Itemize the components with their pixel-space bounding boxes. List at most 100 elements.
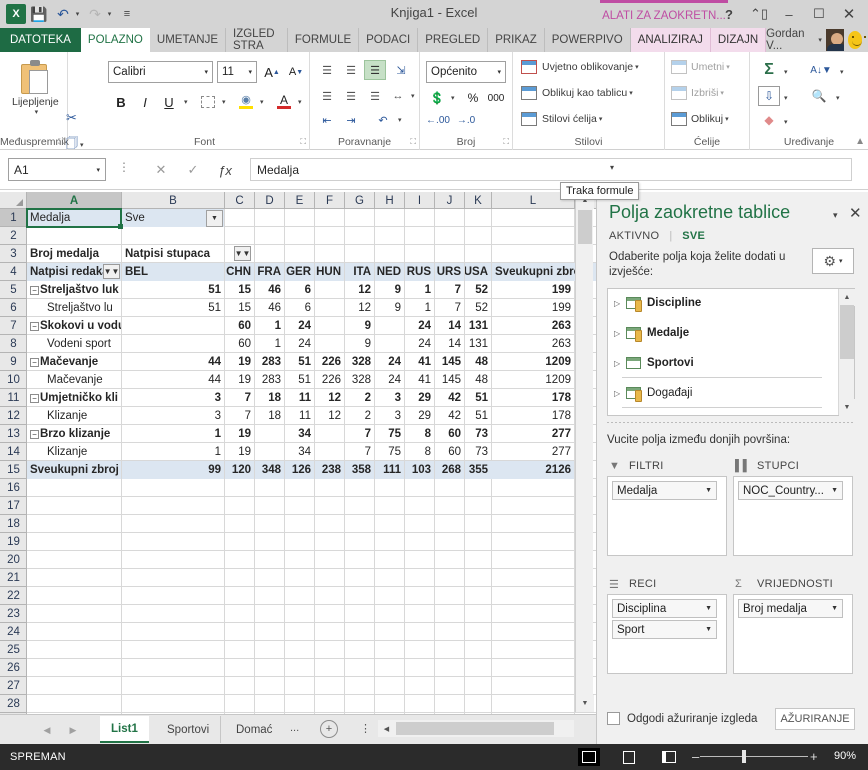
pivot-row-label[interactable]: Mačevanje xyxy=(27,371,121,389)
undo-caret-icon[interactable]: ▾ xyxy=(73,10,82,18)
pivot-value-cell[interactable]: 7 xyxy=(345,425,374,443)
cut-button[interactable]: ✂ xyxy=(66,110,77,126)
next-sheet-arrow[interactable]: ▶ xyxy=(62,722,84,738)
decrease-decimal-icon[interactable]: →.0 xyxy=(454,110,478,130)
pivot-value-cell[interactable]: 14 xyxy=(435,335,464,353)
borders-caret-icon[interactable]: ▾ xyxy=(222,98,226,106)
row-header-7[interactable]: 7 xyxy=(0,317,27,335)
horizontal-scroll-thumb[interactable] xyxy=(396,722,554,735)
expand-triangle-icon[interactable]: ▷ xyxy=(614,329,626,338)
pivot-value-cell[interactable] xyxy=(122,317,224,335)
pivot-value-cell[interactable]: 52 xyxy=(465,281,491,299)
pivot-value-cell[interactable]: 1 xyxy=(255,317,284,335)
pivot-row-label[interactable]: Brzo klizanje xyxy=(27,425,121,443)
pivot-value-cell[interactable]: 51 xyxy=(285,371,314,389)
row-labels-filter-button[interactable]: ▼▼ xyxy=(103,264,120,279)
pivot-value-cell[interactable]: 12 xyxy=(345,299,374,317)
user-name[interactable]: Gordan V... xyxy=(766,28,812,52)
save-icon[interactable]: 💾 xyxy=(28,3,50,25)
row-header-12[interactable]: 12 xyxy=(0,407,27,425)
tab-polazno[interactable]: POLAZNO xyxy=(80,28,150,52)
row-header-25[interactable]: 25 xyxy=(0,641,27,659)
field-scroll-up-arrow[interactable]: ▲ xyxy=(839,289,855,306)
cancel-entry-icon[interactable]: ✕ xyxy=(148,160,174,180)
worksheet-grid[interactable]: A B C D E F G H I J K L 1 2 3 4 5 6 7 8 … xyxy=(0,192,596,714)
column-labels-filter-button[interactable]: ▼▼ xyxy=(234,246,251,261)
pivot-value-cell[interactable]: 2 xyxy=(345,407,374,425)
pivot-value-cell[interactable]: 48 xyxy=(465,371,491,389)
row-header-2[interactable]: 2 xyxy=(0,227,27,245)
pivot-grand-total-cell[interactable]: 178 xyxy=(492,389,574,407)
pivot-value-cell[interactable]: 328 xyxy=(345,371,374,389)
field-pill-broj-medalja[interactable]: Broj medalja ▼ xyxy=(738,599,843,618)
field-pill-disciplina[interactable]: Disciplina ▼ xyxy=(612,599,717,618)
pivot-value-cell[interactable]: 60 xyxy=(225,317,254,335)
accept-entry-icon[interactable]: ✓ xyxy=(180,160,206,180)
number-dialog-launcher[interactable]: ⛶ xyxy=(503,137,509,147)
redo-caret-icon[interactable]: ▾ xyxy=(105,10,114,18)
row-header-28[interactable]: 28 xyxy=(0,695,27,713)
column-header-h[interactable]: H xyxy=(375,192,405,209)
pivot-row-label[interactable]: Vodeni sport xyxy=(27,335,121,353)
collapse-toggle-icon[interactable]: − xyxy=(30,322,39,331)
number-format-combobox[interactable]: Općenito ▾ xyxy=(426,61,506,83)
pivot-value-cell[interactable]: 9 xyxy=(375,281,404,299)
pivot-value-cell[interactable]: 11 xyxy=(285,389,314,407)
column-header-k[interactable]: K xyxy=(465,192,492,209)
pivot-grand-total-cell[interactable]: 2126 xyxy=(492,461,574,479)
zoom-in-icon[interactable]: + xyxy=(810,749,818,764)
ribbon-display-options-icon[interactable]: ⌃▯ xyxy=(744,1,774,27)
pivot-value-cell[interactable]: 51 xyxy=(122,281,224,299)
pivot-value-cell[interactable]: 14 xyxy=(435,317,464,335)
field-item-sportovi[interactable]: ▷ Sportovi xyxy=(608,349,839,377)
field-pill-sport[interactable]: Sport ▼ xyxy=(612,620,717,639)
select-all-corner[interactable] xyxy=(0,192,27,209)
format-as-table-caret-icon[interactable]: ▾ xyxy=(629,89,633,97)
pivot-value-cell[interactable]: 75 xyxy=(375,443,404,461)
pivot-value-cell[interactable]: 12 xyxy=(345,281,374,299)
clear-caret-icon[interactable]: ▾ xyxy=(784,118,788,126)
fill-caret-icon[interactable]: ▾ xyxy=(784,94,788,102)
align-bottom-icon[interactable]: ☰ xyxy=(364,60,386,80)
zone-filters[interactable]: Medalja ▼ xyxy=(607,476,727,556)
row-header-18[interactable]: 18 xyxy=(0,515,27,533)
pivot-value-cell[interactable]: 7 xyxy=(225,407,254,425)
pivot-value-cell[interactable]: 328 xyxy=(345,353,374,371)
pivot-value-cell[interactable]: 48 xyxy=(465,353,491,371)
column-header-i[interactable]: I xyxy=(405,192,435,209)
accounting-caret-icon[interactable]: ▾ xyxy=(451,94,455,102)
row-header-19[interactable]: 19 xyxy=(0,533,27,551)
fill-color-caret-icon[interactable]: ▾ xyxy=(260,98,264,106)
row-header-24[interactable]: 24 xyxy=(0,623,27,641)
pivot-value-cell[interactable]: 3 xyxy=(122,407,224,425)
pivot-value-cell[interactable]: 9 xyxy=(375,299,404,317)
fill-down-icon[interactable]: ⇩ xyxy=(758,86,780,106)
autosum-icon[interactable]: Σ xyxy=(758,60,780,80)
pivot-row-label[interactable]: Streljaštvo lu xyxy=(27,299,121,317)
pivot-value-cell[interactable] xyxy=(255,443,284,461)
bold-button[interactable]: B xyxy=(110,92,132,112)
pivot-value-cell[interactable]: 51 xyxy=(465,407,491,425)
cell-j4[interactable]: URS xyxy=(435,263,464,281)
field-item-discipline[interactable]: ▷ Discipline xyxy=(608,289,839,317)
maximize-icon[interactable]: ☐ xyxy=(804,1,834,27)
pivot-value-cell[interactable]: 51 xyxy=(465,389,491,407)
find-select-icon[interactable]: 🔍 xyxy=(808,86,830,106)
pivot-value-cell[interactable]: 19 xyxy=(225,353,254,371)
pivot-value-cell[interactable]: 34 xyxy=(285,443,314,461)
pivot-value-cell[interactable]: 120 xyxy=(225,461,254,479)
sheet-overflow-ellipsis[interactable]: ... xyxy=(290,722,299,734)
row-header-17[interactable]: 17 xyxy=(0,497,27,515)
column-header-f[interactable]: F xyxy=(315,192,345,209)
pivot-value-cell[interactable] xyxy=(315,299,344,317)
pivot-value-cell[interactable]: 19 xyxy=(225,425,254,443)
user-caret-icon[interactable]: ▾ xyxy=(818,36,822,44)
cell-a3[interactable]: Broj medalja xyxy=(27,245,121,263)
page-layout-view-icon[interactable] xyxy=(618,748,640,766)
field-scroll-down-arrow[interactable]: ▼ xyxy=(839,399,855,416)
pivot-value-cell[interactable]: 24 xyxy=(285,317,314,335)
report-filter-dropdown[interactable]: ▼ xyxy=(206,210,223,227)
row-header-11[interactable]: 11 xyxy=(0,389,27,407)
zoom-slider-thumb[interactable] xyxy=(742,750,746,763)
tab-powerpivot[interactable]: POWERPIVO xyxy=(545,28,631,52)
